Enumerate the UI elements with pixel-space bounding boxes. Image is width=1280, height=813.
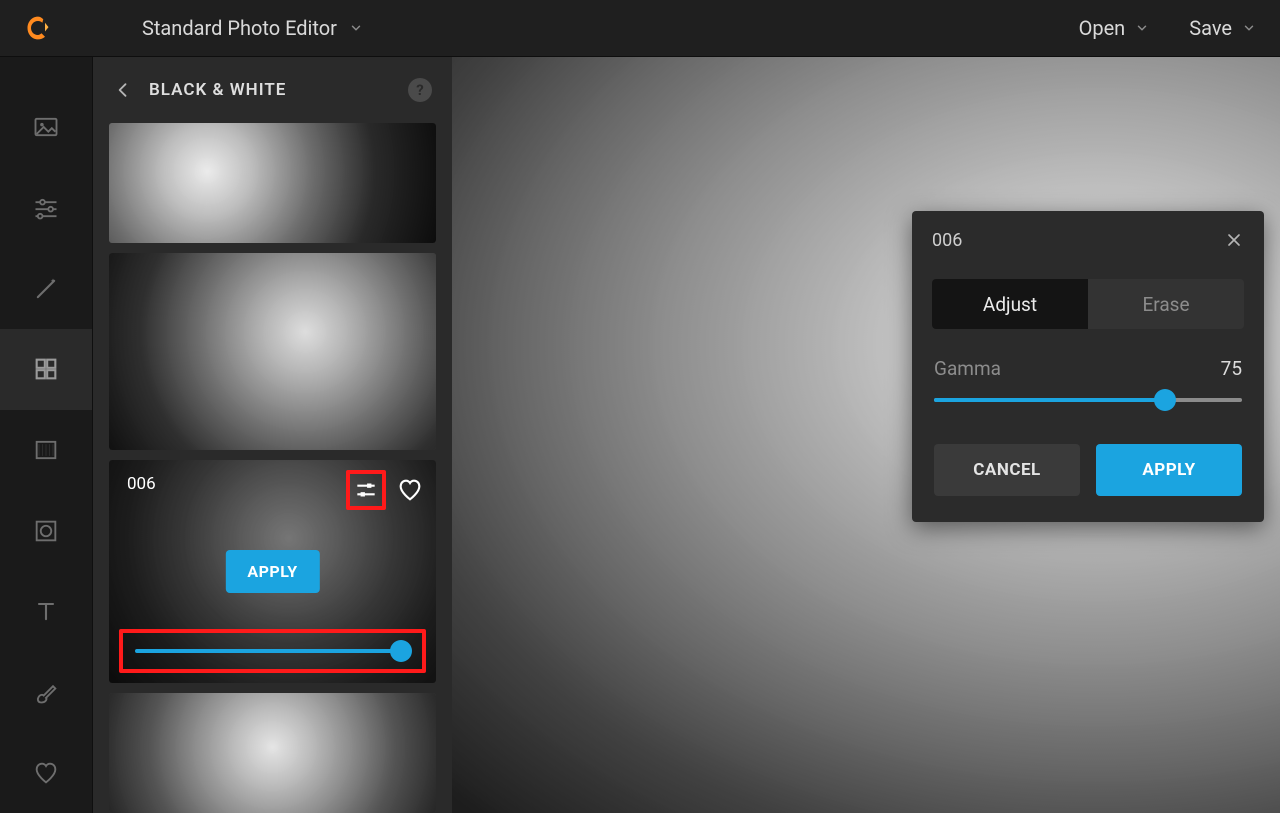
image-icon (32, 113, 60, 141)
effects-list[interactable]: 006 APPLY (93, 123, 452, 813)
open-button[interactable]: Open (1079, 16, 1150, 40)
panel-header: BLACK & WHITE ? (93, 57, 452, 123)
save-button[interactable]: Save (1189, 16, 1256, 40)
rail-favorites[interactable] (0, 732, 92, 813)
chevron-down-icon (349, 21, 363, 35)
chevron-down-icon (1242, 21, 1256, 35)
chevron-down-icon (1135, 21, 1149, 35)
heart-icon (32, 759, 60, 787)
circle-frame-icon (32, 517, 60, 545)
slider-knob[interactable] (390, 640, 412, 662)
close-icon (1224, 230, 1244, 250)
topbar: Standard Photo Editor Open Save (0, 0, 1280, 57)
app-logo (24, 14, 52, 42)
popup-title: 006 (932, 230, 962, 251)
rail-effects[interactable] (0, 329, 92, 410)
effects-panel: BLACK & WHITE ? 006 (92, 57, 452, 813)
save-label: Save (1189, 16, 1232, 40)
app-title-dropdown[interactable]: Standard Photo Editor (142, 16, 363, 40)
sliders-icon (32, 194, 60, 222)
apply-effect-button[interactable]: APPLY (225, 550, 319, 593)
canvas[interactable]: 006 Adjust Erase Gamma 75 (452, 57, 1280, 813)
tool-rail (0, 57, 92, 813)
rail-text[interactable] (0, 571, 92, 652)
magic-wand-icon (32, 275, 60, 303)
effect-intensity-slider[interactable] (119, 629, 426, 673)
grid-icon (32, 355, 60, 383)
sliders-icon (353, 477, 379, 503)
effect-thumb[interactable] (109, 693, 436, 813)
effect-thumb[interactable] (109, 123, 436, 243)
favorite-button[interactable] (396, 476, 424, 504)
panel-title: BLACK & WHITE (149, 80, 286, 100)
tab-erase[interactable]: Erase (1088, 279, 1244, 329)
help-button[interactable]: ? (408, 78, 432, 102)
text-icon (32, 597, 60, 625)
effect-label: 006 (127, 474, 156, 494)
cancel-button[interactable]: CANCEL (934, 444, 1080, 496)
open-label: Open (1079, 16, 1126, 40)
brush-icon (32, 678, 60, 706)
rail-brush[interactable] (0, 652, 92, 733)
gamma-fill (934, 398, 1165, 402)
rail-magic[interactable] (0, 248, 92, 329)
mode-tabs: Adjust Erase (932, 279, 1244, 329)
rail-crop[interactable] (0, 410, 92, 491)
gamma-value: 75 (1221, 357, 1242, 380)
slider-knob[interactable] (1154, 389, 1176, 411)
adjust-popup: 006 Adjust Erase Gamma 75 (912, 211, 1264, 522)
effect-thumb[interactable] (109, 253, 436, 450)
rail-image[interactable] (0, 87, 92, 168)
rail-vignette[interactable] (0, 490, 92, 571)
effect-thumb-selected[interactable]: 006 APPLY (109, 460, 436, 683)
apply-button[interactable]: APPLY (1096, 444, 1242, 496)
rail-adjust[interactable] (0, 168, 92, 249)
levels-icon (32, 436, 60, 464)
close-button[interactable] (1224, 230, 1244, 250)
back-button[interactable] (113, 80, 133, 100)
tab-adjust[interactable]: Adjust (932, 279, 1088, 329)
app-title-label: Standard Photo Editor (142, 16, 337, 40)
gamma-slider[interactable] (934, 398, 1242, 402)
effect-settings-button[interactable] (346, 470, 386, 510)
gamma-label: Gamma (934, 357, 1001, 380)
